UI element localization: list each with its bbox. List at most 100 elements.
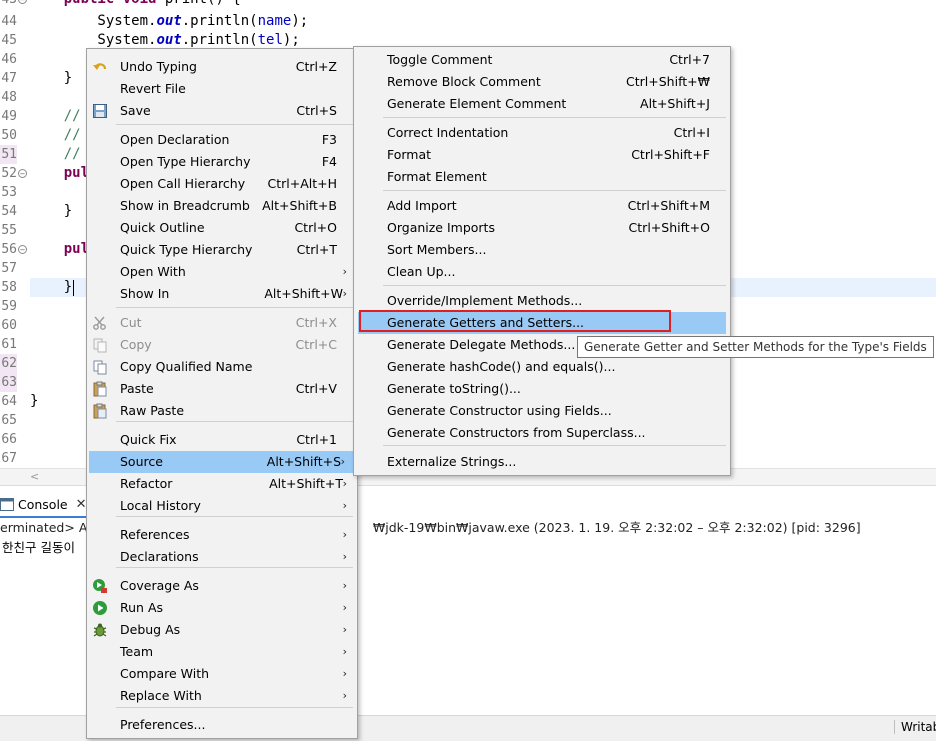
menu-item-shortcut: Ctrl+Alt+H — [267, 176, 337, 191]
cut-icon — [93, 316, 106, 330]
ctx-item-declarations[interactable]: Declarations › — [87, 546, 357, 568]
tab-console[interactable]: Console ✕ — [0, 492, 93, 518]
chevron-right-icon: › — [342, 623, 347, 636]
code-token: out — [156, 32, 182, 48]
chevron-right-icon: › — [342, 579, 347, 592]
menu-item-label: Toggle Comment — [387, 52, 493, 67]
console-tab-label: Console — [18, 496, 68, 512]
ctx-item-quick-fix[interactable]: Quick Fix Ctrl+1 — [87, 429, 357, 451]
menu-item-label: Remove Block Comment — [387, 74, 541, 89]
menu-separator — [116, 707, 353, 708]
menu-item-shortcut: Alt+Shift+B — [262, 198, 337, 213]
source-item-toggle-comment[interactable]: Toggle Comment Ctrl+7 — [354, 49, 730, 71]
ctx-item-quick-outline[interactable]: Quick Outline Ctrl+O — [87, 217, 357, 239]
ctx-item-paste[interactable]: Paste Ctrl+V — [87, 378, 357, 400]
menu-item-label: Open With — [120, 264, 186, 279]
source-item-generate-constructor-using-fields[interactable]: Generate Constructor using Fields... — [354, 400, 730, 422]
menu-item-label: Coverage As — [120, 578, 199, 593]
ctx-item-cut[interactable]: Cut Ctrl+X — [87, 312, 357, 334]
ctx-item-revert-file[interactable]: Revert File — [87, 78, 357, 100]
menu-item-label: Add Import — [387, 198, 457, 213]
menu-item-label: Format Element — [387, 169, 487, 184]
source-item-format[interactable]: Format Ctrl+Shift+F — [354, 144, 730, 166]
line-number: 67 — [1, 451, 17, 466]
ctx-item-copy-qualified-name[interactable]: Copy Qualified Name — [87, 356, 357, 378]
code-token: } — [30, 203, 73, 219]
ctx-item-replace-with[interactable]: Replace With › — [87, 685, 357, 707]
ctx-item-run-as[interactable]: Run As › — [87, 597, 357, 619]
ctx-item-raw-paste[interactable]: Raw Paste — [87, 400, 357, 422]
code-token: } — [30, 393, 39, 409]
ctx-item-quick-type-hierarchy[interactable]: Quick Type Hierarchy Ctrl+T — [87, 239, 357, 261]
line-number: 58 — [1, 280, 17, 295]
source-item-add-import[interactable]: Add Import Ctrl+Shift+M — [354, 195, 730, 217]
line-number: 56 — [1, 242, 17, 257]
menu-separator — [383, 190, 726, 191]
ctx-item-open-declaration[interactable]: Open Declaration F3 — [87, 129, 357, 151]
ctx-item-local-history[interactable]: Local History › — [87, 495, 357, 517]
ctx-item-preferences[interactable]: Preferences... — [87, 714, 357, 736]
source-item-generate-hashcode-and-equals[interactable]: Generate hashCode() and equals()... — [354, 356, 730, 378]
menu-separator — [116, 307, 353, 308]
ctx-item-references[interactable]: References › — [87, 524, 357, 546]
ctx-item-open-call-hierarchy[interactable]: Open Call Hierarchy Ctrl+Alt+H — [87, 173, 357, 195]
menu-item-shortcut: Ctrl+I — [673, 125, 710, 140]
ctx-item-compare-with[interactable]: Compare With › — [87, 663, 357, 685]
source-item-generate-tostring[interactable]: Generate toString()... — [354, 378, 730, 400]
source-item-correct-indentation[interactable]: Correct Indentation Ctrl+I — [354, 122, 730, 144]
copy-icon — [93, 338, 107, 353]
line-number: 46 — [1, 52, 17, 67]
line-number: 47 — [1, 71, 17, 86]
line-number: 64 — [1, 394, 17, 409]
code-line: } — [30, 392, 38, 411]
ctx-item-undo-typing[interactable]: Undo Typing Ctrl+Z — [87, 56, 357, 78]
ctx-item-team[interactable]: Team › — [87, 641, 357, 663]
fold-toggle-icon[interactable]: − — [18, 0, 27, 4]
source-submenu: Toggle Comment Ctrl+7 Remove Block Comment… — [353, 46, 731, 476]
line-number: 59 — [1, 299, 17, 314]
code-line: pul — [30, 164, 89, 183]
chevron-right-icon: › — [342, 601, 347, 614]
chevron-right-icon: › — [342, 499, 347, 512]
fold-toggle-icon[interactable]: − — [18, 169, 27, 178]
ctx-item-copy[interactable]: Copy Ctrl+C — [87, 334, 357, 356]
fold-toggle-icon[interactable]: − — [18, 245, 27, 254]
source-item-clean-up[interactable]: Clean Up... — [354, 261, 730, 283]
menu-item-shortcut: F3 — [321, 132, 337, 147]
scroll-left-icon[interactable]: < — [30, 470, 39, 483]
ctx-item-open-type-hierarchy[interactable]: Open Type Hierarchy F4 — [87, 151, 357, 173]
menu-item-shortcut: Ctrl+Shift+M — [627, 198, 710, 213]
menu-item-label: Open Declaration — [120, 132, 230, 147]
menu-separator — [383, 445, 726, 446]
line-number: 54 — [1, 204, 17, 219]
source-item-generate-element-comment[interactable]: Generate Element Comment Alt+Shift+J — [354, 93, 730, 115]
menu-item-label: Local History — [120, 498, 201, 513]
menu-item-label: Replace With — [120, 688, 202, 703]
menu-item-label: Generate Delegate Methods... — [387, 337, 576, 352]
ctx-item-refactor[interactable]: Refactor Alt+Shift+T › — [87, 473, 357, 495]
source-item-organize-imports[interactable]: Organize Imports Ctrl+Shift+O — [354, 217, 730, 239]
ctx-item-show-in[interactable]: Show In Alt+Shift+W › — [87, 283, 357, 305]
source-item-remove-block-comment[interactable]: Remove Block Comment Ctrl+Shift+₩ — [354, 71, 730, 93]
ctx-item-debug-as[interactable]: Debug As › — [87, 619, 357, 641]
code-token: .println( — [181, 32, 258, 48]
ctx-item-open-with[interactable]: Open With › — [87, 261, 357, 283]
menu-item-label: Format — [387, 147, 432, 162]
line-number: 49 — [1, 109, 17, 124]
source-item-externalize-strings[interactable]: Externalize Strings... — [354, 451, 730, 473]
menu-item-label: Preferences... — [120, 717, 206, 732]
source-item-override-implement-methods[interactable]: Override/Implement Methods... — [354, 290, 730, 312]
source-item-sort-members[interactable]: Sort Members... — [354, 239, 730, 261]
close-icon[interactable]: ✕ — [76, 497, 87, 512]
ctx-item-coverage-as[interactable]: Coverage As › — [87, 575, 357, 597]
ctx-item-show-in-breadcrumb[interactable]: Show in Breadcrumb Alt+Shift+B — [87, 195, 357, 217]
source-item-format-element[interactable]: Format Element — [354, 166, 730, 188]
source-item-generate-constructors-from-superclass[interactable]: Generate Constructors from Superclass... — [354, 422, 730, 444]
ctx-item-save[interactable]: Save Ctrl+S — [87, 100, 357, 122]
chevron-right-icon: › — [342, 265, 347, 278]
undo-icon — [93, 63, 107, 70]
menu-separator — [383, 285, 726, 286]
ctx-item-source[interactable]: Source Alt+Shift+S › — [89, 451, 355, 473]
